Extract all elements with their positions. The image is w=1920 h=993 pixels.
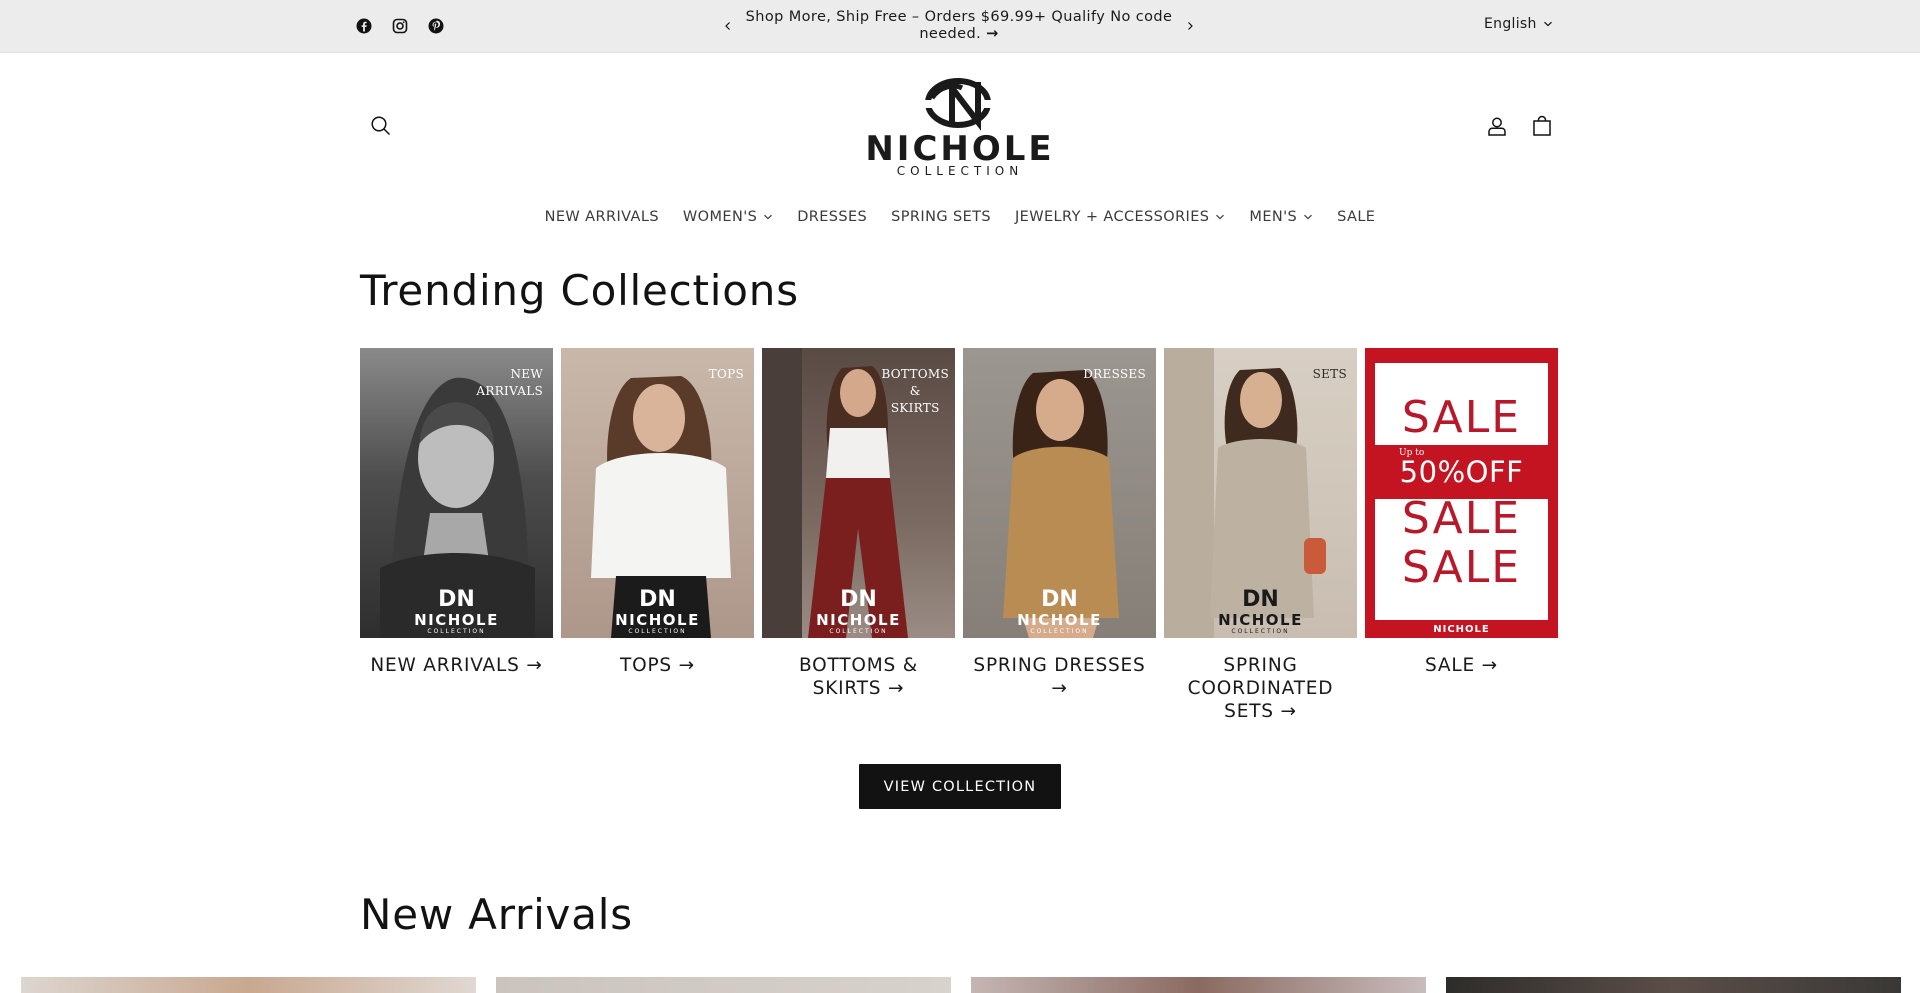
sale-percent: 50%OFF xyxy=(1399,455,1524,489)
collection-tag: NEW ARRIVALS xyxy=(476,367,543,398)
language-label: English xyxy=(1484,16,1537,32)
brand-watermark: DN NICHOLE COLLECTION xyxy=(816,587,901,636)
product-card[interactable] xyxy=(496,977,951,993)
collection-tag: BOTTOMS & SKIRTS xyxy=(881,367,949,415)
facebook-icon[interactable] xyxy=(354,16,374,36)
cart-icon[interactable] xyxy=(1527,111,1557,141)
account-icon[interactable] xyxy=(1482,111,1512,141)
nav-item-new-arrivals[interactable]: NEW ARRIVALS xyxy=(533,205,671,229)
collection-label: TOPS → xyxy=(620,655,695,676)
nav-item-jewelry-accessories[interactable]: JEWELRY + ACCESSORIES xyxy=(1003,205,1237,229)
nav-item-mens[interactable]: MEN'S xyxy=(1237,205,1325,229)
nav-item-sale[interactable]: SALE xyxy=(1325,205,1387,229)
collection-card-spring-dresses[interactable]: DRESSES DN NICHOLE COLLECTION SPRING DRESS… xyxy=(963,348,1156,723)
collection-label: BOTTOMS & SKIRTS → xyxy=(799,655,918,699)
collection-image: NEW ARRIVALS DN NICHOLE COLLECTION xyxy=(360,348,553,638)
product-card[interactable] xyxy=(1446,977,1901,993)
chevron-down-icon xyxy=(1216,214,1225,220)
collection-image: BOTTOMS & SKIRTS DN NICHOLE COLLECTION xyxy=(762,348,955,638)
collection-label: SALE → xyxy=(1425,655,1498,676)
view-collection-button[interactable]: VIEW COLLECTION xyxy=(859,764,1061,809)
brand-watermark: DN NICHOLE COLLECTION xyxy=(1017,587,1102,636)
collection-card-sale[interactable]: SALE Up to 50%OFF SALE SALE NICHOLE SALE… xyxy=(1365,348,1558,723)
sale-word: SALE xyxy=(1401,542,1522,593)
announcement-bar: Shop More, Ship Free – Orders $69.99+ Qu… xyxy=(0,0,1920,53)
product-card[interactable] xyxy=(21,977,476,993)
announcement-message[interactable]: Shop More, Ship Free – Orders $69.99+ Qu… xyxy=(744,9,1174,43)
collection-image: SETS DN NICHOLE COLLECTION xyxy=(1164,348,1357,638)
collection-label: SPRING DRESSES → xyxy=(973,655,1146,699)
collection-card-tops[interactable]: TOPS DN NICHOLE COLLECTION TOPS → xyxy=(561,348,754,723)
brand-subtitle: COLLECTION xyxy=(896,164,1024,178)
arrow-right-icon: → xyxy=(986,26,999,42)
chevron-right-icon[interactable] xyxy=(1178,14,1202,38)
chevron-down-icon xyxy=(1543,21,1552,27)
pinterest-icon[interactable] xyxy=(426,16,446,36)
collection-image: TOPS DN NICHOLE COLLECTION xyxy=(561,348,754,638)
collection-card-spring-sets[interactable]: SETS DN NICHOLE COLLECTION SPRING COORDINA… xyxy=(1164,348,1357,723)
logo-mark xyxy=(918,78,1002,131)
sale-brand: NICHOLE xyxy=(1433,624,1490,635)
chevron-down-icon xyxy=(1304,214,1313,220)
collection-tag: SETS xyxy=(1312,367,1347,381)
chevron-down-icon xyxy=(764,214,773,220)
collection-image: SALE Up to 50%OFF SALE SALE NICHOLE xyxy=(1365,348,1558,638)
brand-watermark: DN NICHOLE COLLECTION xyxy=(414,587,499,636)
brand-logo[interactable]: NICHOLE COLLECTION xyxy=(858,74,1062,178)
collection-label: NEW ARRIVALS → xyxy=(370,655,543,676)
language-selector[interactable]: English xyxy=(1484,16,1553,32)
collection-image: DRESSES DN NICHOLE COLLECTION xyxy=(963,348,1156,638)
collection-cards: NEW ARRIVALS DN NICHOLE COLLECTION NEW ARR… xyxy=(360,348,1560,723)
chevron-left-icon[interactable] xyxy=(716,14,740,38)
nav-item-womens[interactable]: WOMEN'S xyxy=(671,205,785,229)
announcement-carousel: Shop More, Ship Free – Orders $69.99+ Qu… xyxy=(716,6,1202,46)
collection-tag: DRESSES xyxy=(1083,367,1146,381)
search-icon[interactable] xyxy=(366,111,396,141)
main-navigation: NEW ARRIVALS WOMEN'S DRESSES SPRING SETS… xyxy=(0,205,1920,229)
new-arrivals-grid xyxy=(21,977,1920,993)
nav-item-dresses[interactable]: DRESSES xyxy=(785,205,879,229)
collection-card-new-arrivals[interactable]: NEW ARRIVALS DN NICHOLE COLLECTION NEW ARR… xyxy=(360,348,553,723)
sale-word: SALE xyxy=(1401,392,1522,443)
instagram-icon[interactable] xyxy=(390,16,410,36)
product-card[interactable] xyxy=(971,977,1426,993)
brand-name: NICHOLE xyxy=(865,129,1055,169)
collection-label: SPRING COORDINATED SETS → xyxy=(1187,655,1334,722)
brand-watermark: DN NICHOLE COLLECTION xyxy=(1218,587,1303,636)
new-arrivals-title: New Arrivals xyxy=(360,890,633,939)
nav-item-spring-sets[interactable]: SPRING SETS xyxy=(879,205,1003,229)
brand-watermark: DN NICHOLE COLLECTION xyxy=(615,587,700,636)
social-links xyxy=(354,16,446,36)
sale-word: SALE xyxy=(1401,493,1522,544)
trending-collections-title: Trending Collections xyxy=(360,266,799,315)
announcement-text: Shop More, Ship Free – Orders $69.99+ Qu… xyxy=(745,9,1173,42)
collection-card-bottoms-skirts[interactable]: BOTTOMS & SKIRTS DN NICHOLE COLLECTION BOT… xyxy=(762,348,955,723)
collection-tag: TOPS xyxy=(708,367,744,381)
